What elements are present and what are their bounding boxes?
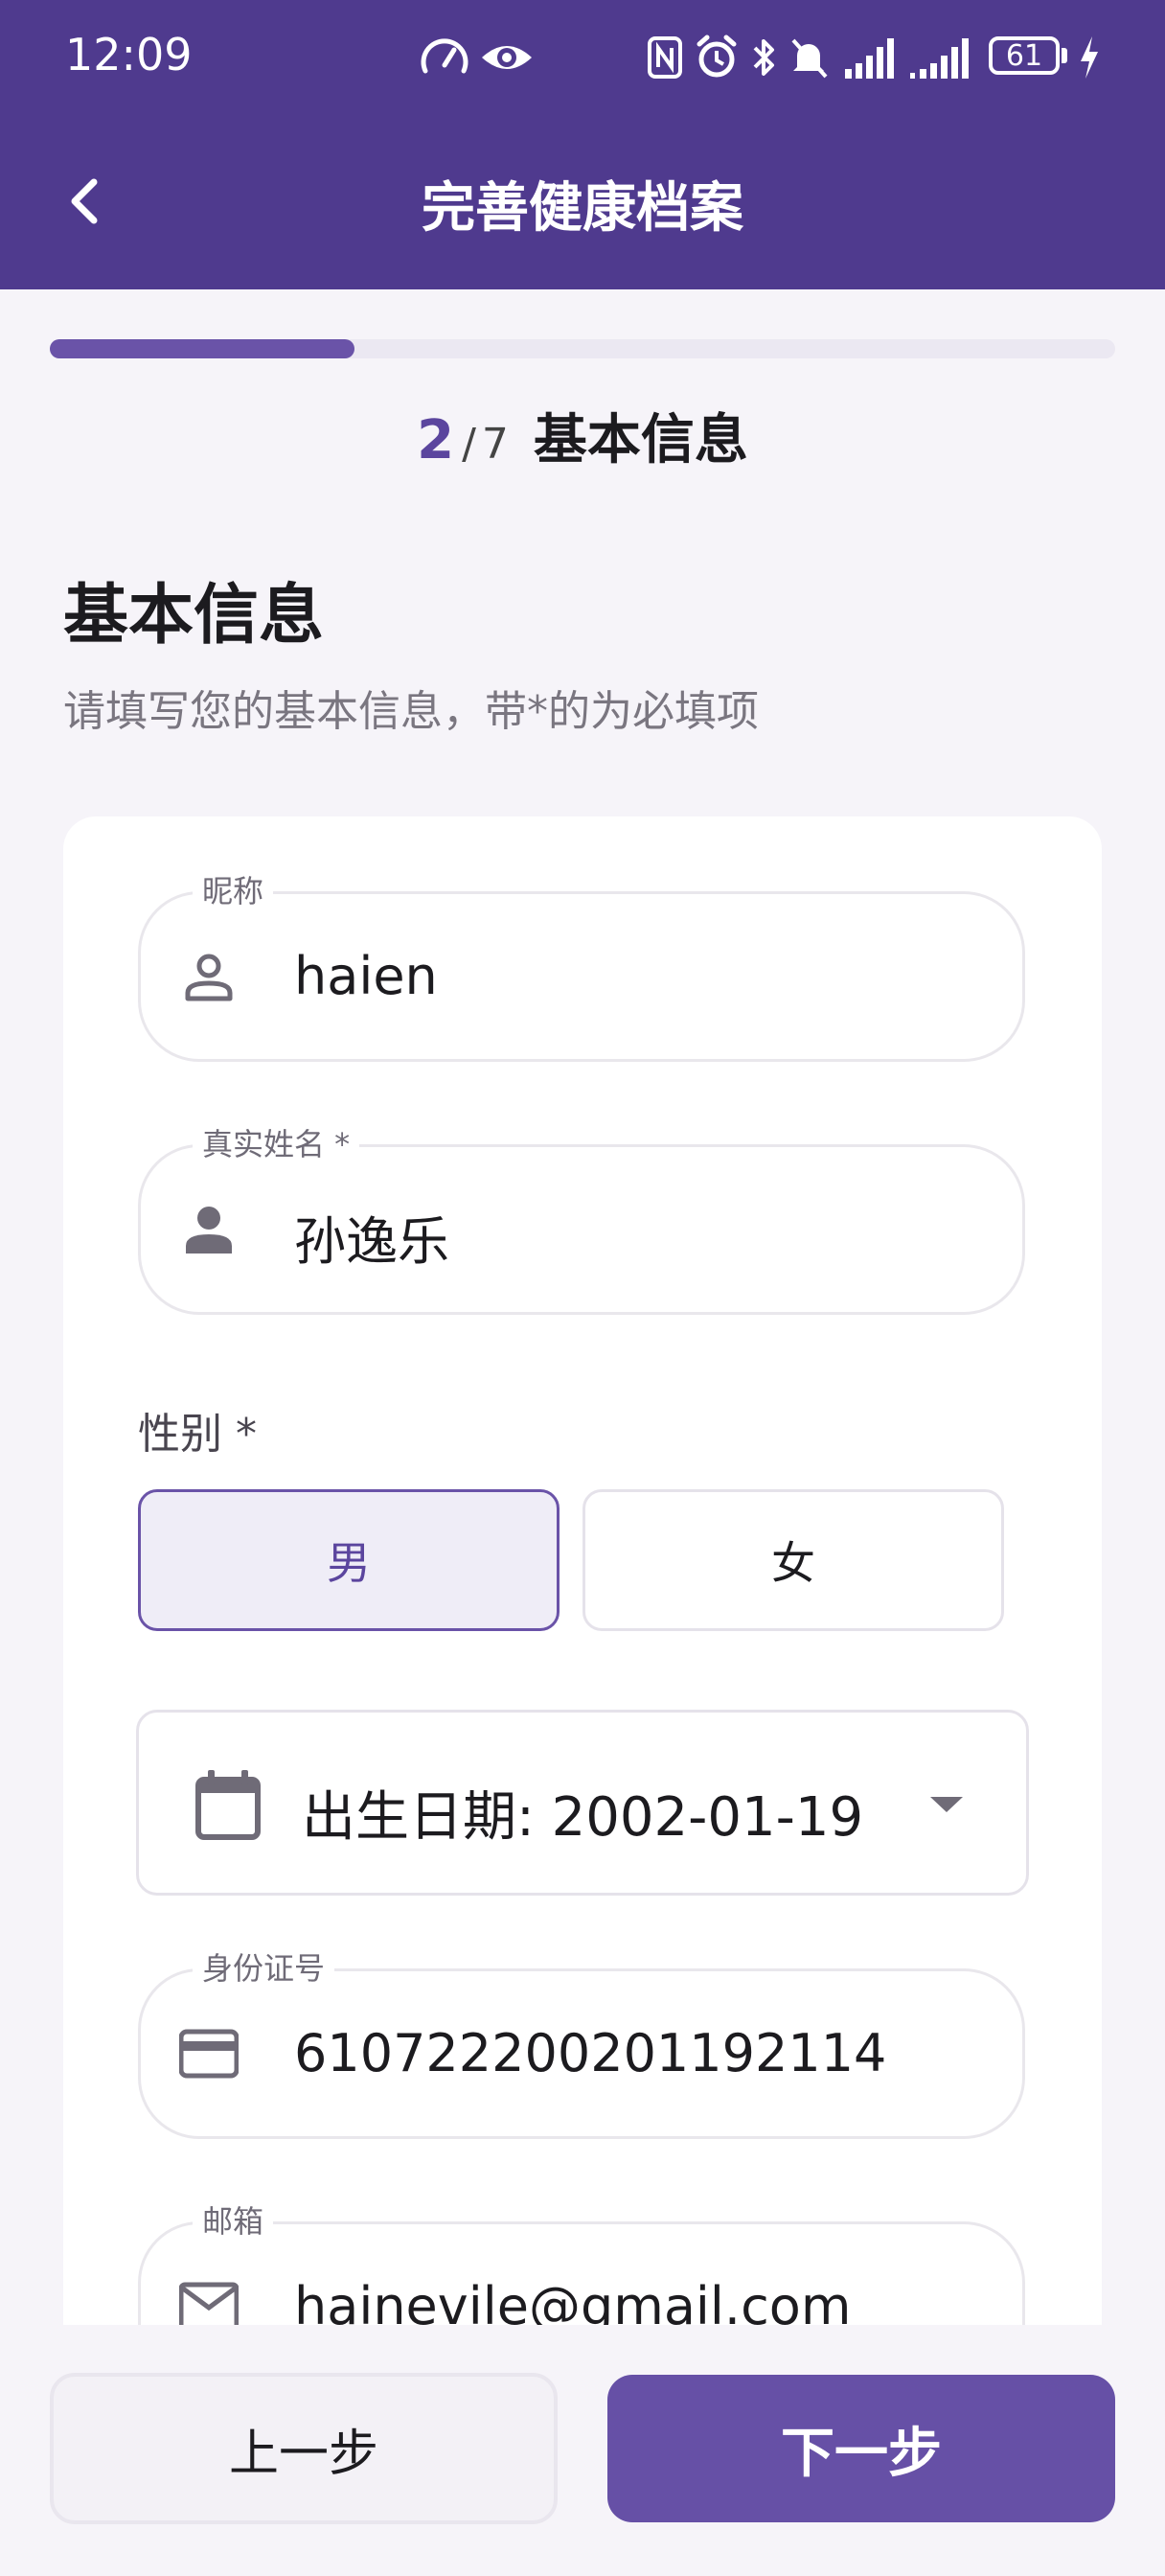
credit-card-icon bbox=[179, 2029, 239, 2079]
email-field[interactable]: 邮箱 hainevile@gmail.com bbox=[138, 2197, 1025, 2325]
step-current: 2 bbox=[417, 409, 455, 472]
real-name-field[interactable]: 真实姓名 * 孙逸乐 bbox=[138, 1120, 1025, 1315]
step-total: 7 bbox=[481, 420, 509, 469]
signal-icon bbox=[845, 38, 894, 79]
id-number-field[interactable]: 身份证号 610722200201192114 bbox=[138, 1944, 1025, 2139]
gender-male-button[interactable]: 男 bbox=[138, 1489, 560, 1631]
person-filled-icon bbox=[186, 1207, 232, 1254]
id-number-value: 610722200201192114 bbox=[294, 2023, 887, 2083]
mail-icon bbox=[179, 2282, 239, 2325]
real-name-label: 真实姓名 * bbox=[193, 1120, 360, 1164]
battery-icon: 61 bbox=[989, 36, 1069, 79]
real-name-value: 孙逸乐 bbox=[294, 1211, 449, 1272]
calendar-icon bbox=[195, 1770, 261, 1840]
email-value: hainevile@gmail.com bbox=[294, 2276, 852, 2325]
signal-icon bbox=[910, 38, 969, 79]
progress-bar bbox=[50, 339, 1115, 358]
page-title: 完善健康档案 bbox=[422, 177, 743, 240]
prev-step-button[interactable]: 上一步 bbox=[50, 2373, 558, 2524]
section-subtitle: 请填写您的基本信息，带*的为必填项 bbox=[63, 687, 759, 736]
status-time: 12:09 bbox=[65, 29, 193, 80]
form-card: 昵称 haien 真实姓名 * 孙逸乐 性别 * 男 女 出生日期: 2002-… bbox=[63, 816, 1102, 2325]
progress-fill bbox=[50, 339, 354, 358]
eye-icon bbox=[482, 46, 532, 69]
gender-label: 性别 * bbox=[138, 1410, 257, 1459]
step-indicator: 2/7 基本信息 bbox=[0, 397, 1165, 474]
nickname-field[interactable]: 昵称 haien bbox=[138, 867, 1025, 1062]
alarm-icon bbox=[697, 34, 737, 78]
person-outline-icon bbox=[185, 954, 233, 1001]
battery-level: 61 bbox=[989, 36, 1060, 75]
mute-icon bbox=[791, 38, 828, 79]
step-separator: / bbox=[462, 420, 476, 469]
charging-icon bbox=[1081, 36, 1098, 79]
dropdown-arrow-icon bbox=[930, 1797, 963, 1812]
email-label: 邮箱 bbox=[193, 2197, 274, 2242]
bottom-action-bar: 上一步 下一步 bbox=[0, 2325, 1165, 2576]
birth-date-text: 出生日期: 2002-01-19 bbox=[302, 1786, 864, 1849]
section-title: 基本信息 bbox=[63, 578, 325, 654]
bluetooth-icon bbox=[753, 39, 774, 76]
birth-date-picker[interactable]: 出生日期: 2002-01-19 bbox=[136, 1710, 1029, 1896]
nickname-value: haien bbox=[294, 946, 438, 1006]
gender-female-button[interactable]: 女 bbox=[582, 1489, 1004, 1631]
nfc-icon bbox=[648, 36, 682, 79]
step-title: 基本信息 bbox=[533, 409, 748, 472]
status-bar: 12:09 61 bbox=[0, 0, 1165, 115]
next-step-button[interactable]: 下一步 bbox=[607, 2375, 1115, 2522]
id-number-label: 身份证号 bbox=[193, 1944, 335, 1989]
speedometer-icon bbox=[421, 38, 468, 74]
app-bar: 12:09 61 完善健康档案 bbox=[0, 0, 1165, 289]
nickname-label: 昵称 bbox=[193, 867, 274, 911]
